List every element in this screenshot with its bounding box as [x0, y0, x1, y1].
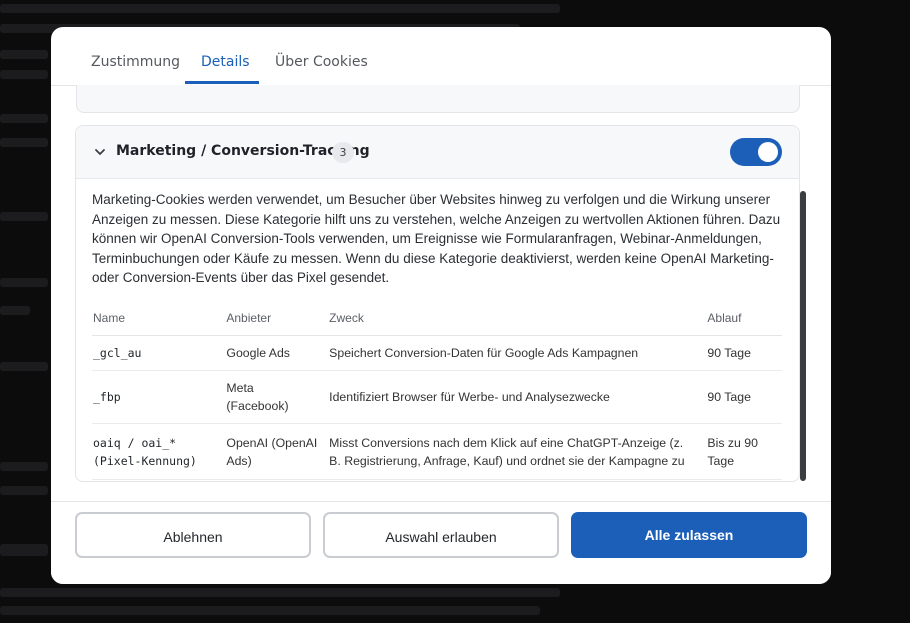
reject-button[interactable]: Ablehnen	[75, 512, 311, 558]
background-text-line	[0, 114, 48, 123]
background-text-line	[0, 278, 48, 287]
table-row: _fbp Meta (Facebook) Identifiziert Brows…	[92, 370, 782, 424]
table-row: oaiq / oai_* (Pixel-Kennung) OpenAI (Ope…	[92, 423, 782, 480]
details-scroll-area[interactable]: Marketing / Conversion-Tracking 3 Market…	[51, 85, 831, 501]
column-header-expiry: Ablauf	[706, 300, 782, 336]
column-header-name: Name	[92, 300, 226, 336]
cookie-name: oaiq / oai_* (Pixel-Kennung)	[92, 423, 226, 480]
cookie-expiry: 90 Tage	[706, 335, 782, 371]
background-text-line	[0, 306, 30, 315]
cookie-expiry: Bis zu 90 Tage	[706, 423, 782, 480]
cookie-provider: Meta (Facebook)	[225, 370, 329, 424]
cookie-purpose: Speichert Conversion-Daten für Google Ad…	[328, 335, 707, 371]
column-header-purpose: Zweck	[328, 300, 707, 336]
background-text-line	[0, 606, 540, 615]
cookie-expiry: 90 Tage	[706, 370, 782, 424]
category-header[interactable]: Marketing / Conversion-Tracking 3	[76, 126, 799, 179]
tab-zustimmung[interactable]: Zustimmung	[91, 54, 180, 82]
previous-category-card	[76, 85, 800, 113]
cookie-provider: Google Ads	[225, 335, 329, 371]
cookie-consent-dialog: Zustimmung Details Über Cookies Marketin…	[51, 27, 831, 584]
background-text-line	[0, 212, 48, 221]
table-row: _gcl_au Google Ads Speichert Conversion-…	[92, 335, 782, 371]
tab-details[interactable]: Details	[201, 54, 250, 82]
background-text-line	[0, 544, 48, 556]
toggle-knob	[758, 142, 778, 162]
active-tab-indicator	[185, 81, 259, 84]
cookie-purpose: Misst Conversions nach dem Klick auf ein…	[328, 423, 707, 480]
background-text-line	[0, 588, 560, 597]
cookie-purpose: Identifiziert Browser für Werbe- und Ana…	[328, 370, 707, 424]
cookie-name: _fbp	[92, 370, 226, 424]
cookie-name: _gcl_au	[92, 335, 226, 371]
tab-ueber-cookies[interactable]: Über Cookies	[275, 54, 368, 82]
background-text-line	[0, 462, 48, 471]
background-text-line	[0, 362, 48, 371]
category-description: Marketing-Cookies werden verwendet, um B…	[92, 192, 781, 286]
scrollbar-thumb[interactable]	[800, 191, 806, 481]
tab-bar: Zustimmung Details Über Cookies	[51, 27, 831, 86]
background-text-line	[0, 50, 48, 59]
cookie-count-badge: 3	[332, 142, 354, 163]
background-text-line	[0, 4, 560, 13]
background-text-line	[0, 486, 48, 495]
column-header-provider: Anbieter	[225, 300, 329, 336]
chevron-down-icon[interactable]	[93, 145, 107, 159]
category-toggle[interactable]	[730, 138, 782, 166]
cookie-table: Name Anbieter Zweck Ablauf _gcl_au Googl…	[92, 300, 782, 480]
cookie-provider: OpenAI (OpenAI Ads)	[225, 423, 329, 480]
allow-all-button[interactable]: Alle zulassen	[571, 512, 807, 558]
allow-selection-button[interactable]: Auswahl erlauben	[323, 512, 559, 558]
category-card-marketing: Marketing / Conversion-Tracking 3 Market…	[75, 125, 800, 482]
dialog-footer: Ablehnen Auswahl erlauben Alle zulassen	[51, 501, 831, 584]
background-text-line	[0, 138, 48, 147]
background-text-line	[0, 70, 48, 79]
